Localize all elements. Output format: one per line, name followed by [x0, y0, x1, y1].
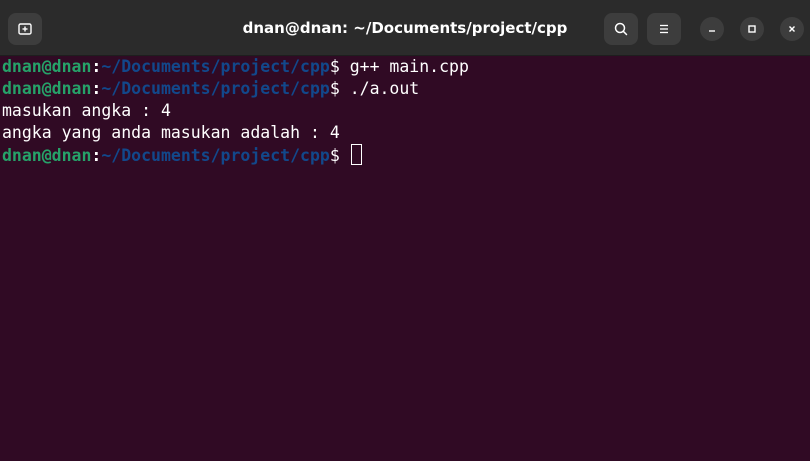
scrollbar[interactable] [800, 56, 810, 461]
prompt-dollar: $ [329, 57, 340, 76]
new-tab-button[interactable] [8, 13, 42, 45]
search-icon [614, 22, 628, 36]
titlebar[interactable]: dnan@dnan: ~/Documents/project/cpp [0, 0, 810, 56]
prompt-path: ~/Documents/project/cpp [101, 57, 330, 76]
hamburger-menu-icon [660, 24, 668, 34]
terminal-window: dnan@dnan: ~/Documents/project/cpp dnan@… [0, 0, 810, 461]
terminal-line: dnan@dnan:~/Documents/project/cpp$ g++ m… [2, 56, 800, 78]
terminal-output[interactable]: dnan@dnan:~/Documents/project/cpp$ g++ m… [0, 56, 800, 461]
prompt-path: ~/Documents/project/cpp [101, 79, 330, 98]
command-text: g++ main.cpp [339, 57, 469, 76]
terminal-line: angka yang anda masukan adalah : 4 [2, 122, 800, 144]
minimize-icon [709, 30, 715, 32]
prompt-dollar: $ [329, 79, 340, 98]
prompt-colon: : [91, 79, 102, 98]
close-button[interactable] [780, 17, 804, 41]
close-icon [789, 26, 795, 32]
prompt-colon: : [91, 146, 102, 165]
prompt-user: dnan@dnan [2, 57, 92, 76]
prompt-dollar: $ [329, 146, 340, 165]
terminal-line: masukan angka : 4 [2, 100, 800, 122]
terminal-line: dnan@dnan:~/Documents/project/cpp$ ./a.o… [2, 78, 800, 100]
prompt-user: dnan@dnan [2, 146, 92, 165]
prompt-path: ~/Documents/project/cpp [101, 146, 330, 165]
program-output: masukan angka : 4 [2, 101, 171, 120]
window-title: dnan@dnan: ~/Documents/project/cpp [242, 19, 568, 37]
new-tab-icon [18, 23, 32, 35]
prompt-colon: : [91, 57, 102, 76]
program-output: angka yang anda masukan adalah : 4 [2, 123, 340, 142]
terminal-line: dnan@dnan:~/Documents/project/cpp$ [2, 144, 800, 166]
maximize-icon [748, 25, 756, 33]
command-text [340, 146, 350, 165]
text-cursor [350, 144, 362, 165]
search-button[interactable] [604, 13, 638, 45]
maximize-button[interactable] [740, 17, 764, 41]
prompt-user: dnan@dnan [2, 79, 92, 98]
minimize-button[interactable] [700, 17, 724, 41]
menu-button[interactable] [647, 13, 681, 45]
command-text: ./a.out [339, 79, 420, 98]
